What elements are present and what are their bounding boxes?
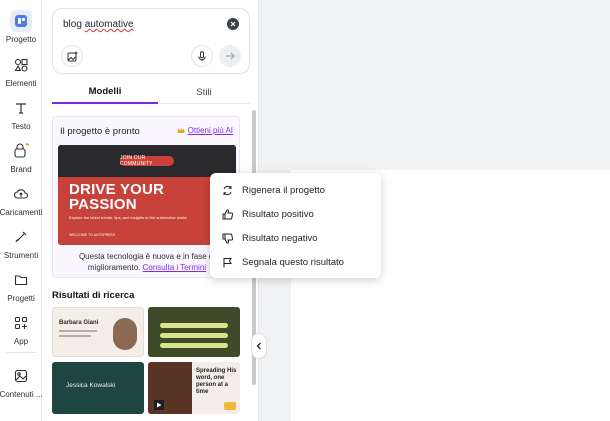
rail-item-caricamenti[interactable]: Caricamenti	[0, 183, 42, 217]
add-image-button[interactable]	[61, 45, 83, 67]
menu-item-positive[interactable]: Risultato positivo	[210, 203, 381, 225]
upload-icon	[10, 183, 32, 205]
crown-icon	[224, 402, 236, 410]
shapes-icon	[10, 54, 32, 76]
template-line	[160, 323, 228, 328]
menu-item-label: Segnala questo risultato	[242, 256, 344, 268]
template-line	[59, 335, 91, 337]
rail-item-brand[interactable]: Brand	[0, 140, 42, 174]
template-thumbnail[interactable]: Spreading His word, one person at a time	[148, 362, 240, 414]
rail-item-elementi[interactable]: Elementi	[0, 54, 42, 88]
terms-link[interactable]: Consulta i Termini	[143, 263, 206, 272]
apps-icon	[10, 312, 32, 334]
left-rail: Progetto Elementi Testo Brand Caricament…	[0, 0, 43, 421]
thumbs-down-icon	[222, 233, 233, 244]
result-title: Il progetto è pronto	[60, 126, 140, 137]
play-icon	[154, 400, 164, 410]
microphone-button[interactable]	[191, 45, 213, 67]
flag-icon	[223, 257, 232, 267]
microphone-icon	[198, 50, 206, 61]
arrow-right-icon	[226, 52, 235, 60]
disclaimer-text-2: miglioramento.	[87, 263, 141, 272]
preview-headline-line: DRIVE YOUR	[69, 181, 165, 198]
tab-stili[interactable]: Stili	[158, 80, 250, 104]
rail-item-progetti[interactable]: Progetti	[0, 269, 42, 303]
menu-item-negative[interactable]: Risultato negativo	[210, 227, 381, 249]
rail-label: App	[13, 337, 29, 346]
rail-label: Progetti	[7, 294, 35, 303]
text-icon	[10, 97, 32, 119]
preview-headline: DRIVE YOUR PASSION	[69, 182, 164, 212]
preview-subtitle: Explore the latest trends, tips, and ins…	[69, 215, 187, 220]
rail-divider	[6, 352, 36, 353]
preview-pill: JOIN OUR COMMUNITY	[120, 155, 174, 167]
regenerate-icon	[223, 185, 232, 195]
rail-label: Elementi	[5, 79, 37, 88]
prompt-input-box[interactable]: blog automative	[52, 8, 250, 74]
rail-label: Progetto	[5, 35, 37, 44]
get-more-ai-link[interactable]: Ottieni più AI	[177, 126, 233, 135]
chevron-left-icon	[256, 342, 261, 350]
get-more-ai-label: Ottieni più AI	[187, 126, 233, 135]
rail-item-strumenti[interactable]: Strumenti	[0, 226, 42, 260]
tools-icon	[10, 226, 32, 248]
menu-item-report[interactable]: Segnala questo risultato	[210, 251, 381, 273]
tab-modelli[interactable]: Modelli	[52, 80, 158, 104]
preview-footer: WELCOME TO AUTOPRESS	[69, 233, 116, 237]
rail-item-progetto[interactable]: Progetto	[0, 10, 42, 44]
disclaimer-text: Questa tecnologia è nuova e in fase di	[78, 252, 216, 261]
prompt-input[interactable]: blog automative	[63, 19, 134, 30]
prompt-word-misspelled: automative	[84, 19, 134, 30]
template-thumbnail[interactable]: Jessica Kowalski	[52, 362, 144, 414]
rail-item-app[interactable]: App	[0, 312, 42, 346]
canva-project-icon	[10, 10, 32, 32]
template-name: Barbara Giani	[59, 320, 99, 326]
prompt-word: blog	[63, 19, 82, 30]
menu-item-label: Risultato positivo	[242, 208, 314, 220]
menu-item-regenerate[interactable]: Rigenera il progetto	[210, 179, 381, 201]
template-line	[59, 330, 97, 332]
folder-icon	[10, 269, 32, 291]
preview-headline-line: PASSION	[69, 196, 137, 213]
collapse-panel-button[interactable]	[251, 333, 267, 359]
send-button[interactable]	[219, 45, 241, 67]
photos-icon	[10, 365, 32, 387]
rail-label: Strumenti	[3, 251, 39, 260]
menu-item-label: Risultato negativo	[242, 232, 318, 244]
menu-item-label: Rigenera il progetto	[242, 184, 325, 196]
template-line	[160, 333, 228, 338]
rail-label: Contenuti ...	[0, 390, 43, 399]
rail-item-testo[interactable]: Testo	[0, 97, 42, 131]
template-photo	[113, 318, 137, 350]
rail-label: Caricamenti	[0, 208, 43, 217]
rail-label: Brand	[10, 165, 32, 174]
result-options-menu: Rigenera il progetto Risultato positivo …	[210, 173, 381, 278]
brand-icon	[10, 140, 32, 162]
thumbs-up-icon	[222, 208, 233, 219]
image-add-icon	[67, 51, 77, 61]
template-name: Spreading His word, one person at a time	[196, 368, 237, 395]
clear-prompt-button[interactable]	[227, 18, 239, 30]
template-line	[160, 343, 228, 348]
template-name: Jessica Kowalski	[66, 382, 116, 389]
rail-label: Testo	[11, 122, 31, 131]
tabs: Modelli Stili	[52, 80, 250, 104]
close-icon	[230, 21, 236, 27]
template-thumbnail[interactable]: Barbara Giani	[52, 307, 144, 357]
search-results-title: Risultati di ricerca	[52, 290, 135, 301]
crown-icon	[177, 127, 185, 133]
template-thumbnail[interactable]	[148, 307, 240, 357]
rail-item-contenuti[interactable]: Contenuti ...	[0, 365, 43, 399]
